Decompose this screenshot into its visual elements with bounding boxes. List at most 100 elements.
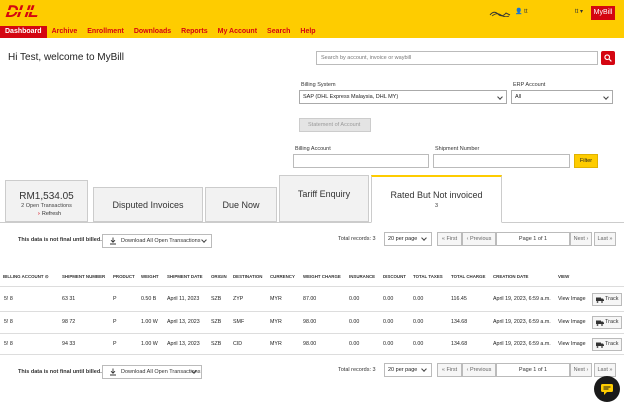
- tab-rated-but-not-invoiced[interactable]: Rated But Not invoiced 3: [371, 175, 502, 223]
- cell-destination: ZYP: [233, 296, 244, 302]
- col-total-charge[interactable]: TOTAL CHARGE: [451, 274, 485, 279]
- user-menu[interactable]: 👤 tt: [515, 8, 528, 15]
- cell-creation-date: April 19, 2023, 6:59 a.m.: [493, 341, 551, 347]
- billing-system-label: Billing System: [301, 82, 336, 88]
- nav-downloads[interactable]: Downloads: [129, 26, 176, 38]
- last-page-button[interactable]: Last »: [594, 232, 616, 246]
- billing-account-input[interactable]: [293, 154, 429, 168]
- cell-currency: MYR: [270, 319, 282, 325]
- nav-archive[interactable]: Archive: [47, 26, 83, 38]
- wave-icon[interactable]: [489, 9, 511, 17]
- col-product[interactable]: PRODUCT: [113, 274, 135, 279]
- col-shipment-number[interactable]: SHIPMENT NUMBER: [62, 274, 105, 279]
- dhl-logo[interactable]: DHL: [5, 2, 66, 21]
- view-image-link[interactable]: View Image: [558, 341, 586, 347]
- cell-origin: SZB: [211, 319, 222, 325]
- nav-dashboard[interactable]: Dashboard: [0, 26, 47, 38]
- mybill-button[interactable]: MyBill: [591, 6, 615, 20]
- col-origin[interactable]: ORIGIN: [211, 274, 227, 279]
- language-menu[interactable]: tt ▾: [575, 8, 583, 15]
- track-label: Track: [605, 341, 619, 347]
- cell-weight: 0.50 B: [141, 296, 157, 302]
- col-discount[interactable]: DISCOUNT: [383, 274, 406, 279]
- billing-system-select[interactable]: SAP (DHL Express Malaysia, DHL MY): [299, 90, 507, 104]
- col-weight-charge[interactable]: WEIGHT CHARGE: [303, 274, 341, 279]
- tab-tariff-enquiry-label: Tariff Enquiry: [297, 189, 351, 199]
- tab-due-now[interactable]: Due Now: [205, 187, 277, 222]
- last-page-button-bottom[interactable]: Last »: [594, 363, 616, 377]
- search-input[interactable]: Search by account, invoice or waybill: [316, 51, 598, 65]
- billing-account-label: Billing Account: [295, 146, 331, 152]
- track-label: Track: [605, 319, 619, 325]
- cell-shipment-date: April 11, 2023: [167, 296, 200, 302]
- tab-rated-count: 3: [434, 203, 439, 209]
- shipment-number-input[interactable]: [433, 154, 570, 168]
- page-title: Hi Test, welcome to MyBill: [8, 52, 124, 63]
- view-image-link[interactable]: View Image: [558, 319, 586, 325]
- main-nav: Dashboard Archive Enrollment Downloads R…: [0, 26, 321, 38]
- nav-enrollment[interactable]: Enrollment: [82, 26, 129, 38]
- sort-icon[interactable]: ⊙: [45, 274, 49, 279]
- tab-tariff-enquiry[interactable]: Tariff Enquiry: [279, 175, 369, 222]
- filter-button[interactable]: Filter: [574, 154, 598, 168]
- download-label: Download All Open Transactions: [121, 238, 201, 244]
- cell-discount: 0.00: [383, 319, 394, 325]
- search-button[interactable]: [601, 51, 615, 65]
- track-button[interactable]: Track: [592, 316, 622, 329]
- nav-help[interactable]: Help: [295, 26, 320, 38]
- first-page-button-bottom[interactable]: « First: [437, 363, 462, 377]
- language-code: tt: [575, 9, 579, 15]
- col-creation-date[interactable]: CREATION DATE: [493, 274, 528, 279]
- col-weight[interactable]: WEIGHT: [141, 274, 159, 279]
- cell-total-charge: 134.68: [451, 341, 468, 347]
- statement-of-account-button[interactable]: Statement of Account: [299, 118, 371, 132]
- cell-destination: SMF: [233, 319, 245, 325]
- nav-search[interactable]: Search: [262, 26, 295, 38]
- next-page-button-bottom[interactable]: Next ›: [570, 363, 592, 377]
- col-insurance[interactable]: INSURANCE: [349, 274, 375, 279]
- next-page-button[interactable]: Next ›: [570, 232, 592, 246]
- cell-weight-charge: 98.00: [303, 341, 317, 347]
- summary-tab[interactable]: RM1,534.05 2 Open Transactions Refresh: [5, 180, 88, 222]
- cell-weight: 1.00 W: [141, 319, 158, 325]
- cell-currency: MYR: [270, 296, 282, 302]
- per-page-select[interactable]: 20 per page: [384, 232, 432, 246]
- user-icon: 👤: [515, 9, 523, 15]
- cell-insurance: 0.00: [349, 319, 360, 325]
- tab-disputed-invoices[interactable]: Disputed Invoices: [93, 187, 203, 222]
- tab-divider: [0, 222, 624, 223]
- statement-label: Statement of Account: [308, 122, 361, 128]
- cell-weight: 1.00 W: [141, 341, 158, 347]
- col-total-taxes[interactable]: TOTAL TAXES: [413, 274, 443, 279]
- user-name: tt: [524, 9, 528, 15]
- download-open-transactions-select[interactable]: Download All Open Transactions: [102, 234, 212, 248]
- col-billing-account[interactable]: BILLING ACCOUNT ⊙: [3, 274, 49, 280]
- truck-icon: [596, 297, 604, 303]
- previous-page-button[interactable]: ‹ Previous: [462, 232, 496, 246]
- erp-account-select[interactable]: All: [511, 90, 613, 104]
- cell-shipment-number[interactable]: 94 33: [62, 341, 75, 347]
- col-destination[interactable]: DESTINATION: [233, 274, 262, 279]
- row-divider: [0, 311, 624, 312]
- cell-billing-account: 5! 8: [4, 296, 13, 302]
- cell-product: P: [113, 341, 117, 347]
- cell-shipment-number[interactable]: 98 72: [62, 319, 75, 325]
- nav-reports[interactable]: Reports: [176, 26, 212, 38]
- track-button[interactable]: Track: [592, 338, 622, 351]
- cell-total-charge: 134.68: [451, 319, 468, 325]
- search-icon: [604, 54, 612, 62]
- per-page-select-bottom[interactable]: 20 per page: [384, 363, 432, 377]
- nav-my-account[interactable]: My Account: [213, 26, 262, 38]
- col-currency[interactable]: CURRENCY: [270, 274, 295, 279]
- col-shipment-date[interactable]: SHIPMENT DATE: [167, 274, 203, 279]
- download-open-transactions-select-bottom[interactable]: Download All Open Transactions: [102, 365, 202, 379]
- truck-icon: [596, 320, 604, 326]
- cell-shipment-number[interactable]: 63 31: [62, 296, 75, 302]
- track-button[interactable]: Track: [592, 293, 622, 306]
- view-image-link[interactable]: View Image: [558, 296, 586, 302]
- first-page-button[interactable]: « First: [437, 232, 462, 246]
- chat-button[interactable]: [594, 376, 620, 402]
- previous-page-button-bottom[interactable]: ‹ Previous: [462, 363, 496, 377]
- refresh-link[interactable]: Refresh: [38, 211, 61, 217]
- total-records: Total records: 3: [338, 236, 376, 242]
